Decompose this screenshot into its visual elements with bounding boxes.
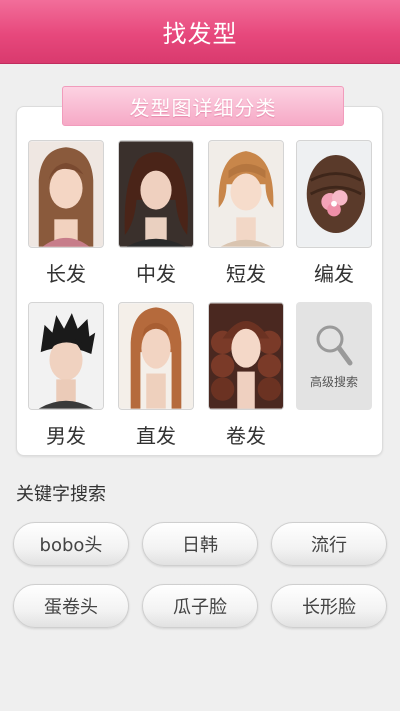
category-curly-hair[interactable]: 卷发 [208, 302, 284, 448]
short-hair-photo[interactable] [208, 140, 284, 248]
category-mens-hair[interactable]: 男发 [28, 302, 104, 448]
advanced-search-tile[interactable]: 高级搜索 [296, 302, 372, 410]
category-ribbon-title: 发型图详细分类 [129, 95, 277, 120]
page-title: 找发型 [162, 20, 238, 48]
category-ribbon: 发型图详细分类 [62, 86, 344, 126]
advanced-search-label: 高级搜索 [309, 374, 358, 389]
keyword-search-title: 关键字搜索 [16, 484, 106, 505]
keyword-button-egg-roll[interactable]: 蛋卷头 [13, 584, 129, 628]
app-header: 找发型 [0, 0, 400, 64]
category-label-braided-hair: 编发 [314, 262, 354, 286]
curly-hair-photo[interactable] [208, 302, 284, 410]
category-medium-hair[interactable]: 中发 [118, 140, 194, 286]
category-short-hair[interactable]: 短发 [208, 140, 284, 286]
keyword-button-oval-face[interactable]: 瓜子脸 [142, 584, 258, 628]
category-braided-hair[interactable]: 编发 [296, 140, 372, 286]
medium-hair-photo[interactable] [118, 140, 194, 248]
category-label-short-hair: 短发 [226, 262, 266, 286]
long-hair-photo[interactable] [28, 140, 104, 248]
advanced-search-button[interactable]: 高级搜索 [296, 302, 372, 410]
keyword-button-japan-korea[interactable]: 日韩 [142, 522, 258, 566]
mens-hair-photo[interactable] [28, 302, 104, 410]
category-label-curly-hair: 卷发 [226, 424, 266, 448]
keyword-button-bobo[interactable]: bobo头 [13, 522, 129, 566]
category-label-medium-hair: 中发 [136, 262, 176, 286]
straight-hair-photo[interactable] [118, 302, 194, 410]
category-straight-hair[interactable]: 直发 [118, 302, 194, 448]
category-long-hair[interactable]: 长发 [28, 140, 104, 286]
category-label-mens-hair: 男发 [46, 424, 86, 448]
keyword-button-trendy[interactable]: 流行 [271, 522, 387, 566]
keyword-button-long-face[interactable]: 长形脸 [271, 584, 387, 628]
magnifier-icon [316, 325, 353, 365]
category-label-long-hair: 长发 [46, 262, 86, 286]
category-label-straight-hair: 直发 [136, 424, 176, 448]
braided-hair-photo[interactable] [296, 140, 372, 248]
